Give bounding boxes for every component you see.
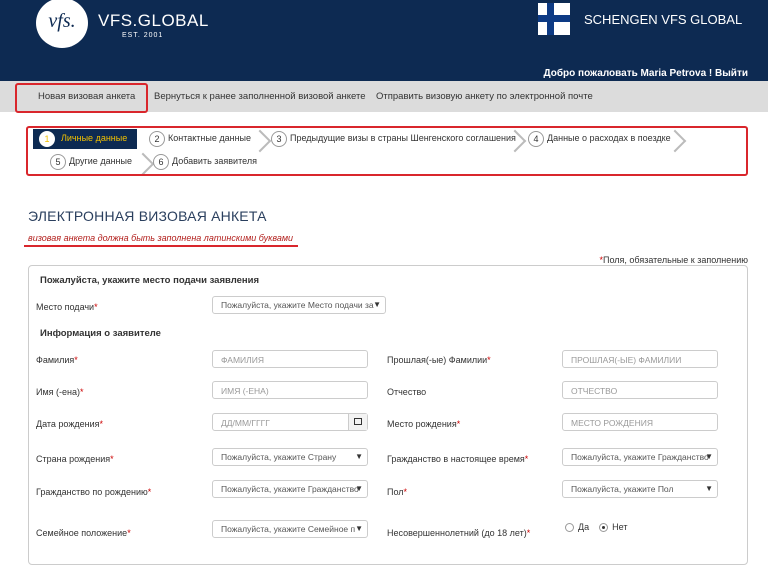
logo-text: vfs. [48,10,76,32]
name-input[interactable]: ИМЯ (-ЕНА) [212,381,368,399]
dropdown-arrow-icon: ▼ [355,452,363,461]
dob-label: Дата рождения* [36,419,104,429]
birth-citizenship-select[interactable]: Пожалуйста, укажите Гражданство ▼ [212,480,368,498]
prev-surname-input[interactable]: ПРОШЛАЯ(-ЫЕ) ФАМИЛИИ [562,350,718,368]
section-submission-place: Пожалуйста, укажите место подачи заявлен… [40,275,260,286]
current-citizenship-select[interactable]: Пожалуйста, укажите Гражданство ▼ [562,448,718,466]
finland-flag-icon [538,3,570,35]
label-text: Место рождения [387,419,457,429]
pob-input[interactable]: МЕСТО РОЖДЕНИЯ [562,413,718,431]
section-applicant-info: Информация о заявителе [40,328,161,339]
page-title: ЭЛЕКТРОННАЯ ВИЗОВАЯ АНКЕТА [28,208,267,224]
select-value: Пожалуйста, укажите Семейное п [221,524,356,534]
marital-label: Семейное положение* [36,528,131,538]
vfs-logo[interactable]: vfs. [36,0,88,48]
patronymic-label: Отчество [387,387,427,397]
label-text: Гражданство по рождению [36,487,148,497]
highlight-new-application [15,83,148,113]
placeholder-text: ИМЯ (-ЕНА) [221,386,269,396]
surname-label: Фамилия* [36,355,78,365]
brand-name: VFS.GLOBAL [98,11,209,30]
radio-label: Да [578,522,590,532]
label-text: Гражданство в настоящее время [387,454,525,464]
welcome-logout-link[interactable]: Добро пожаловать Maria Petrova ! Выйти [544,68,748,79]
minor-no-radio[interactable] [599,523,609,533]
select-value: Пожалуйста, укажите Гражданство [221,484,359,494]
prev-surname-label: Прошлая(-ые) Фамилии* [387,355,491,365]
label-text: Страна рождения [36,454,111,464]
country-birth-label: Страна рождения* [36,454,114,464]
label-text: Место подачи [36,302,95,312]
name-label: Имя (-ена)* [36,387,84,397]
patronymic-input[interactable]: ОТЧЕСТВО [562,381,718,399]
calendar-icon[interactable] [348,414,367,430]
select-value: Пожалуйста, укажите Место подачи за [221,300,374,310]
minor-yes-radio[interactable] [565,523,574,533]
placeholder-text: МЕСТО РОЖДЕНИЯ [571,418,653,428]
label-text: Пол [387,487,404,497]
place-label: Место подачи* [36,302,98,312]
select-value: Пожалуйста, укажите Страну [221,452,337,462]
brand-est: EST. 2001 [122,32,164,39]
latin-letters-note: визовая анкета должна быть заполнена лат… [28,233,294,243]
placeholder-text: ФАМИЛИЯ [221,355,264,365]
select-value: Пожалуйста, укажите Гражданство [571,452,709,462]
required-fields-note: *Поля, обязательные к заполнению [599,255,748,265]
country-birth-select[interactable]: Пожалуйста, укажите Страну ▼ [212,448,368,466]
sex-select[interactable]: Пожалуйста, укажите Пол ▼ [562,480,718,498]
dropdown-arrow-icon: ▼ [355,524,363,533]
select-value: Пожалуйста, укажите Пол [571,484,674,494]
label-text: Несовершеннолетний (до 18 лет) [387,528,527,538]
label-text: Дата рождения [36,419,100,429]
placeholder-text: ПРОШЛАЯ(-ЫЕ) ФАМИЛИИ [571,355,682,365]
header-title: SCHENGEN VFS GLOBAL [584,12,743,27]
radio-label: Нет [612,522,628,532]
minor-radio-group: Да Нет [565,522,628,533]
site-header: vfs. VFS.GLOBAL EST. 2001 SCHENGEN VFS G… [0,0,768,81]
placeholder-text: ОТЧЕСТВО [571,386,618,396]
dob-input[interactable]: ДД/ММ/ГГГГ [212,413,368,431]
sex-label: Пол* [387,487,408,497]
label-text: Прошлая(-ые) Фамилии [387,355,488,365]
surname-input[interactable]: ФАМИЛИЯ [212,350,368,368]
pob-label: Место рождения* [387,419,461,429]
minor-label: Несовершеннолетний (до 18 лет)* [387,528,531,538]
nav-email-application[interactable]: Отправить визовую анкету по электронной … [376,91,593,102]
label-text: Фамилия [36,355,75,365]
dropdown-arrow-icon: ▼ [705,452,713,461]
nav-return-application[interactable]: Вернуться к ранее заполненной визовой ан… [154,91,366,102]
label-text: Семейное положение [36,528,128,538]
dropdown-arrow-icon: ▼ [373,300,381,309]
note-underline [24,245,298,247]
highlight-steps [26,126,748,176]
dropdown-arrow-icon: ▼ [355,484,363,493]
placeholder-text: ДД/ММ/ГГГГ [221,418,270,428]
marital-select[interactable]: Пожалуйста, укажите Семейное п ▼ [212,520,368,538]
current-citizenship-label: Гражданство в настоящее время* [387,454,529,464]
required-text: Поля, обязательные к заполнению [602,255,748,265]
place-select[interactable]: Пожалуйста, укажите Место подачи за ▼ [212,296,386,314]
dropdown-arrow-icon: ▼ [705,484,713,493]
label-text: Имя (-ена) [36,387,81,397]
birth-citizenship-label: Гражданство по рождению* [36,487,152,497]
